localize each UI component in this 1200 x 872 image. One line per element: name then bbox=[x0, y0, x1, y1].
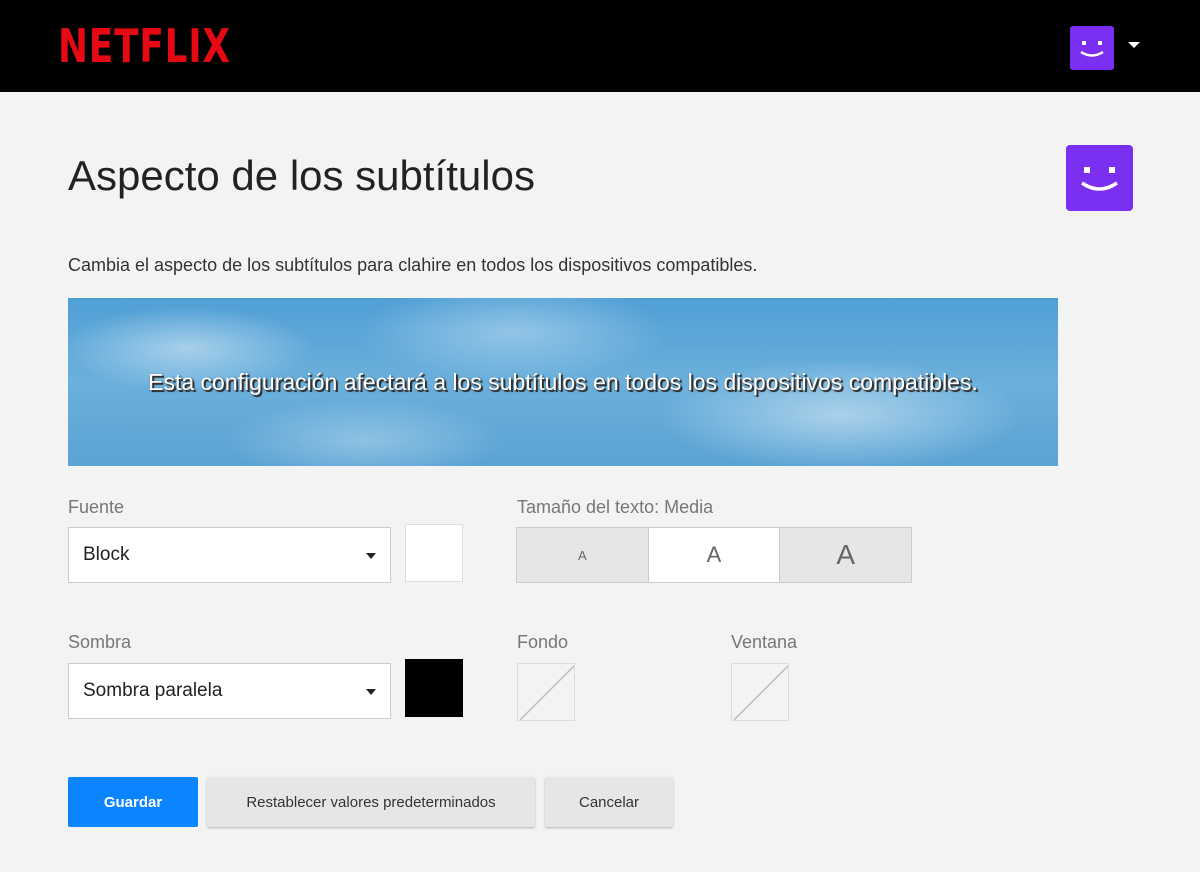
text-size-medium-button[interactable]: A bbox=[648, 528, 781, 582]
background-color-swatch[interactable] bbox=[517, 663, 575, 721]
smiley-face-icon bbox=[1080, 41, 1104, 57]
page-description: Cambia el aspecto de los subtítulos para… bbox=[68, 255, 758, 275]
netflix-logo[interactable]: NETFLIX bbox=[58, 18, 231, 74]
shadow-select[interactable]: Sombra paralela bbox=[68, 663, 391, 719]
shadow-color-swatch[interactable] bbox=[405, 659, 463, 717]
subtitle-preview: Esta configuración afectará a los subtít… bbox=[68, 298, 1058, 466]
shadow-select-value: Sombra paralela bbox=[83, 680, 223, 701]
profile-avatar-large-icon bbox=[1066, 145, 1133, 211]
reset-defaults-button[interactable]: Restablecer valores predeterminados bbox=[207, 777, 535, 827]
save-button[interactable]: Guardar bbox=[68, 777, 198, 827]
shadow-label: Sombra bbox=[68, 632, 132, 652]
font-label: Fuente bbox=[68, 497, 125, 517]
window-label: Ventana bbox=[731, 632, 798, 652]
dropdown-arrow-icon bbox=[366, 553, 376, 559]
top-navigation-bar: NETFLIX bbox=[0, 0, 1200, 92]
profile-avatar-icon[interactable] bbox=[1070, 26, 1114, 70]
text-size-selector: A A A bbox=[516, 527, 912, 583]
preview-subtitle-text: Esta configuración afectará a los subtít… bbox=[148, 368, 978, 395]
page-title: Aspecto de los subtítulos bbox=[68, 152, 535, 199]
text-size-large-button[interactable]: A bbox=[780, 528, 912, 582]
none-color-icon bbox=[519, 665, 575, 721]
dropdown-arrow-icon bbox=[366, 689, 376, 695]
caret-down-icon[interactable] bbox=[1128, 42, 1140, 48]
smiley-face-icon bbox=[1081, 167, 1118, 191]
background-label: Fondo bbox=[517, 632, 569, 652]
none-color-icon bbox=[733, 665, 789, 721]
font-select[interactable]: Block bbox=[68, 527, 391, 583]
font-color-swatch[interactable] bbox=[405, 524, 463, 582]
font-select-value: Block bbox=[83, 544, 130, 565]
text-size-label: Tamaño del texto: Media bbox=[517, 497, 714, 517]
window-color-swatch[interactable] bbox=[731, 663, 789, 721]
text-size-small-button[interactable]: A bbox=[517, 528, 649, 582]
cancel-button[interactable]: Cancelar bbox=[545, 777, 673, 827]
